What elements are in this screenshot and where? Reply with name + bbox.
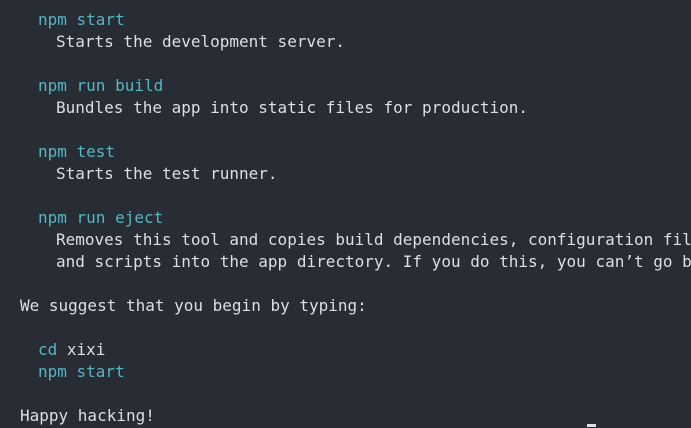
next-step-cd: cd xixi: [38, 339, 105, 361]
script-description-test: Starts the test runner.: [56, 164, 278, 183]
farewell-text: Happy hacking!: [20, 406, 155, 425]
script-description-start: Starts the development server.: [56, 32, 345, 51]
script-command-test: npm test: [38, 142, 116, 161]
terminal-cursor: [587, 424, 596, 427]
next-step-start: npm start: [38, 361, 125, 383]
suggestion-text: We suggest that you begin by typing:: [20, 296, 367, 315]
next-step-cd-arg: xixi: [57, 340, 106, 359]
terminal-window[interactable]: npm start Starts the development server.…: [0, 0, 691, 428]
script-description-build: Bundles the app into static files for pr…: [56, 98, 529, 117]
next-step-cd-command: cd: [38, 340, 58, 359]
script-command-build: npm run build: [38, 76, 164, 95]
next-step-start-command: npm start: [38, 362, 125, 381]
script-description-eject-line1: Removes this tool and copies build depen…: [56, 230, 691, 249]
script-command-eject: npm run eject: [38, 208, 164, 227]
script-command-start: npm start: [38, 10, 125, 29]
script-description-eject-line2: and scripts into the app directory. If y…: [56, 252, 691, 271]
